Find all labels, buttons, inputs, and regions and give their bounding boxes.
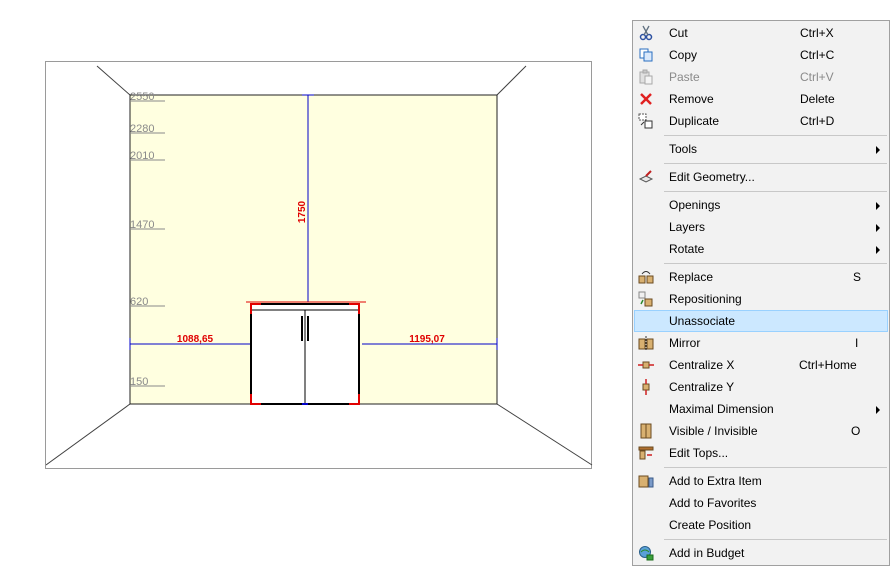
menu-shortcut: Ctrl+D	[800, 114, 835, 128]
menu-label: Add to Favorites	[669, 496, 757, 510]
menu-item-add-to-favorites[interactable]: Add to Favorites	[634, 492, 888, 514]
menu-separator	[664, 539, 887, 540]
menu-shortcut: Ctrl+Home	[799, 358, 857, 372]
menu-label: Tools	[669, 142, 698, 156]
menu-label: Remove	[669, 92, 714, 106]
submenu-arrow-icon	[876, 202, 880, 210]
menu-separator	[664, 135, 887, 136]
menu-item-mirror[interactable]: Mirror I	[634, 332, 888, 354]
design-viewport[interactable]: 2550 2280 2010 1470 620 150 1750 1088,65…	[45, 61, 593, 470]
menu-label: Add to Extra Item	[669, 474, 762, 488]
menu-label: Centralize Y	[669, 380, 735, 394]
submenu-arrow-icon	[876, 224, 880, 232]
menu-item-remove[interactable]: Remove Delete	[634, 88, 888, 110]
room-edge-top-right	[496, 65, 527, 96]
duplicate-icon	[638, 113, 654, 129]
dimension-right: 1195,07	[409, 334, 445, 345]
replace-icon	[638, 269, 654, 285]
menu-item-openings[interactable]: Openings	[634, 194, 888, 216]
height-mark-2550: 2550	[130, 91, 154, 103]
menu-label: Cut	[669, 26, 688, 40]
menu-item-cut[interactable]: Cut Ctrl+X	[634, 22, 888, 44]
menu-item-edit-tops[interactable]: Edit Tops...	[634, 442, 888, 464]
copy-icon	[638, 47, 654, 63]
submenu-arrow-icon	[876, 146, 880, 154]
room-edge-bottom-right	[496, 403, 593, 466]
menu-shortcut: Ctrl+V	[800, 70, 834, 84]
menu-shortcut: I	[855, 336, 859, 350]
elevation-drawing[interactable]: 2550 2280 2010 1470 620 150 1750 1088,65…	[46, 62, 593, 470]
menu-item-paste[interactable]: Paste Ctrl+V	[634, 66, 888, 88]
menu-item-visible-invisible[interactable]: Visible / Invisible O	[634, 420, 888, 442]
menu-item-add-in-budget[interactable]: Add in Budget	[634, 542, 888, 564]
submenu-arrow-icon	[876, 246, 880, 254]
menu-label: Mirror	[669, 336, 701, 350]
menu-shortcut: Delete	[800, 92, 835, 106]
room-edge-bottom-left	[46, 403, 131, 466]
menu-item-add-to-extra-item[interactable]: Add to Extra Item	[634, 470, 888, 492]
menu-separator	[664, 191, 887, 192]
red-x-icon	[638, 91, 654, 107]
height-mark-2280: 2280	[130, 123, 154, 135]
menu-item-rotate[interactable]: Rotate	[634, 238, 888, 260]
menu-item-layers[interactable]: Layers	[634, 216, 888, 238]
height-mark-150: 150	[130, 376, 148, 388]
menu-label: Openings	[669, 198, 721, 212]
menu-label: Maximal Dimension	[669, 402, 774, 416]
visibility-icon	[638, 423, 654, 439]
menu-item-create-position[interactable]: Create Position	[634, 514, 888, 536]
menu-shortcut: Ctrl+C	[800, 48, 835, 62]
context-menu: Cut Ctrl+X Copy Ctrl+C Paste Ctrl+V Remo…	[632, 20, 890, 566]
base-cabinet[interactable]	[246, 301, 366, 405]
menu-label: Visible / Invisible	[669, 424, 758, 438]
mirror-icon	[638, 335, 654, 351]
height-mark-620: 620	[130, 296, 148, 308]
paste-icon	[638, 69, 654, 85]
menu-label: Edit Geometry...	[669, 170, 755, 184]
dimension-vertical: 1750	[297, 200, 308, 223]
menu-shortcut: O	[851, 424, 861, 438]
repositioning-icon	[638, 291, 654, 307]
menu-label: Create Position	[669, 518, 752, 532]
menu-label: Unassociate	[669, 314, 736, 328]
dimension-left: 1088,65	[177, 334, 214, 345]
height-mark-2010: 2010	[130, 150, 154, 162]
menu-separator	[664, 467, 887, 468]
centralize-y-icon	[638, 379, 654, 395]
menu-label: Duplicate	[669, 114, 720, 128]
menu-item-copy[interactable]: Copy Ctrl+C	[634, 44, 888, 66]
menu-label: Centralize X	[669, 358, 735, 372]
menu-item-edit-geometry[interactable]: Edit Geometry...	[634, 166, 888, 188]
submenu-arrow-icon	[876, 406, 880, 414]
scissors-icon	[638, 25, 654, 41]
menu-label: Edit Tops...	[669, 446, 729, 460]
menu-item-maximal-dimension[interactable]: Maximal Dimension	[634, 398, 888, 420]
menu-label: Replace	[669, 270, 714, 284]
menu-item-replace[interactable]: Replace S	[634, 266, 888, 288]
menu-separator	[664, 163, 887, 164]
edit-tops-icon	[638, 445, 654, 461]
edit-geometry-icon	[638, 169, 654, 185]
menu-item-duplicate[interactable]: Duplicate Ctrl+D	[634, 110, 888, 132]
height-mark-1470: 1470	[130, 219, 154, 231]
menu-label: Rotate	[669, 242, 705, 256]
menu-item-repositioning[interactable]: Repositioning	[634, 288, 888, 310]
centralize-x-icon	[638, 357, 654, 373]
menu-item-centralize-y[interactable]: Centralize Y	[634, 376, 888, 398]
menu-separator	[664, 263, 887, 264]
menu-label: Layers	[669, 220, 706, 234]
budget-icon	[638, 545, 654, 561]
menu-shortcut: S	[853, 270, 862, 284]
menu-label: Repositioning	[669, 292, 742, 306]
menu-label: Add in Budget	[669, 546, 745, 560]
menu-label: Paste	[669, 70, 700, 84]
menu-shortcut: Ctrl+X	[800, 26, 834, 40]
extra-item-icon	[638, 473, 654, 489]
menu-label: Copy	[669, 48, 698, 62]
room-edge-top-left	[96, 65, 131, 96]
menu-item-unassociate[interactable]: Unassociate	[634, 310, 888, 332]
menu-item-centralize-x[interactable]: Centralize X Ctrl+Home	[634, 354, 888, 376]
menu-item-tools[interactable]: Tools	[634, 138, 888, 160]
